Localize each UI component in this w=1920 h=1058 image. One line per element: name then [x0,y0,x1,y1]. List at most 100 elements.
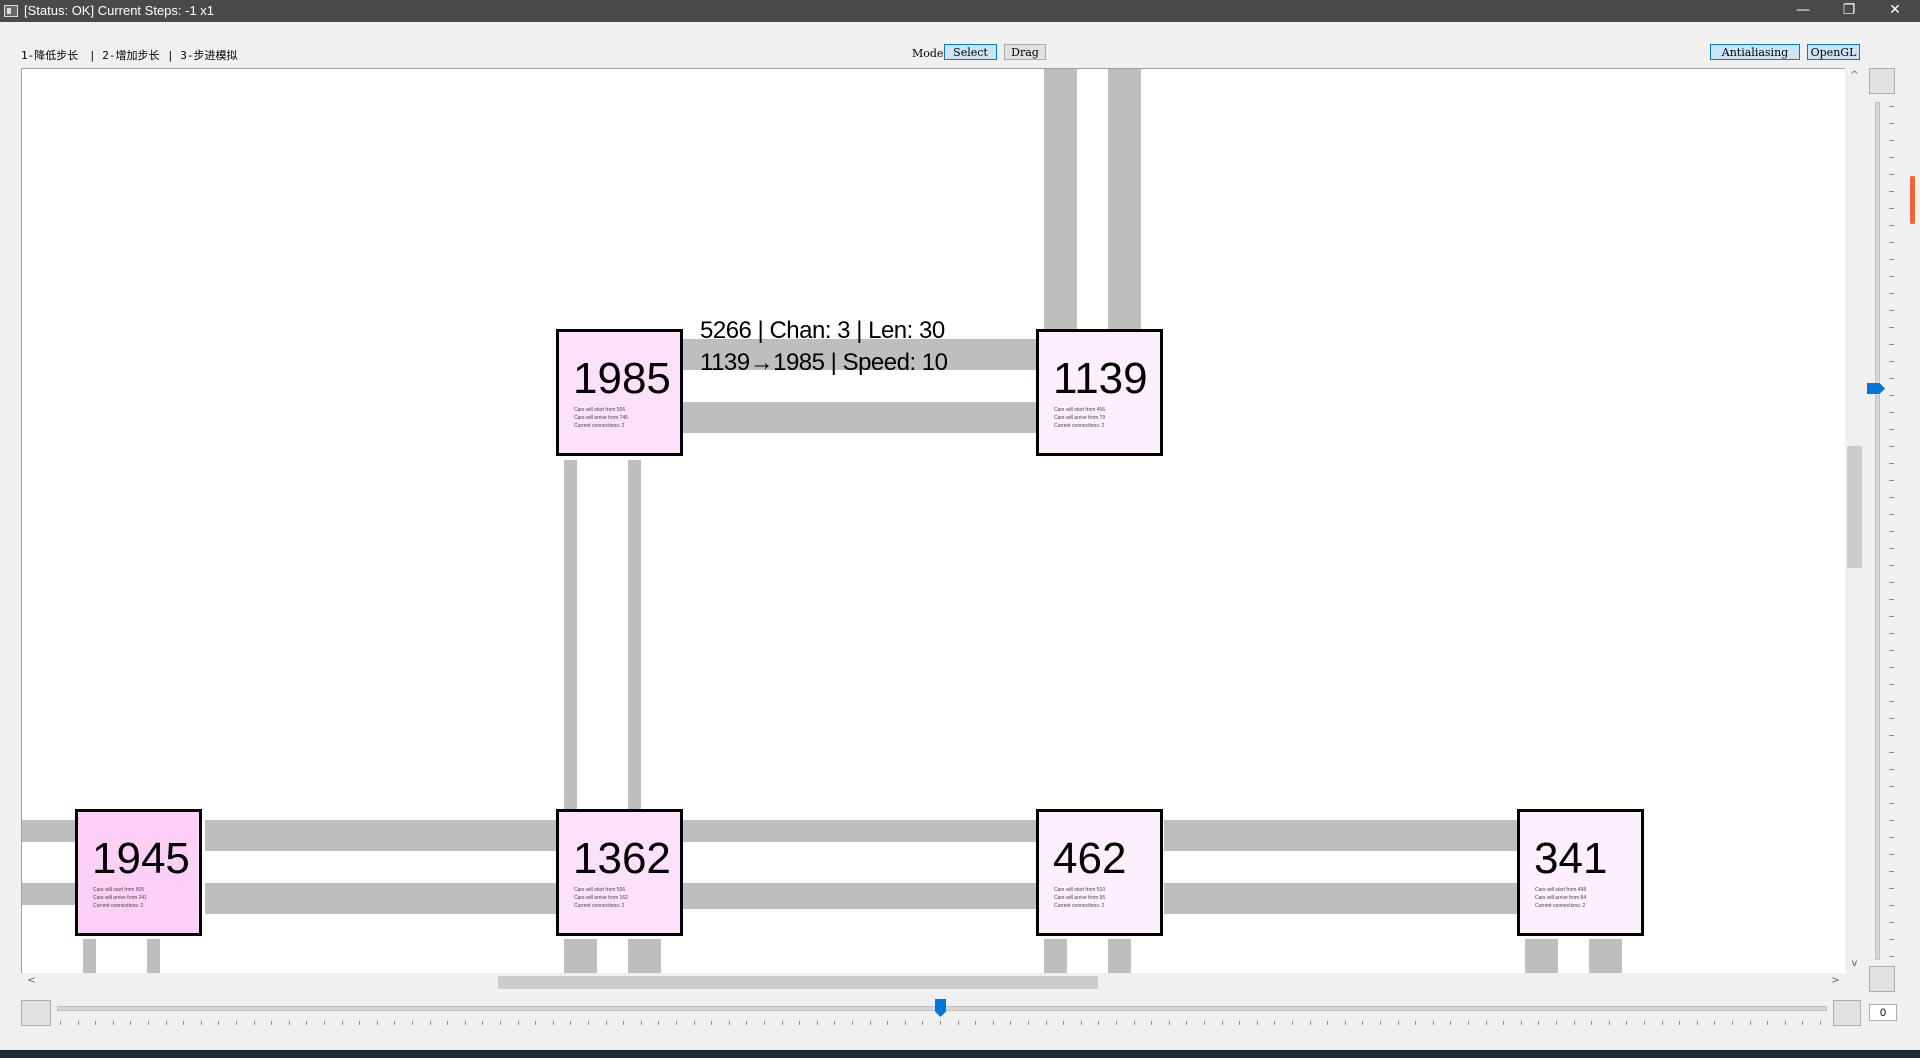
slider-tick [165,1021,167,1025]
road[interactable] [147,939,160,973]
slider-tick [676,1021,677,1025]
slider-tick [1889,803,1894,804]
intersection-node-1945[interactable]: 1945 Cars will start from 505 Cars will a… [75,809,202,936]
road[interactable] [22,883,77,905]
slider-tick [1889,310,1894,311]
slider-tick [1186,1021,1188,1025]
slider-tick [1168,1021,1170,1025]
slider-tick [500,1021,501,1025]
slider-tick [816,1021,818,1025]
slider-tick [1889,633,1894,634]
road[interactable] [1108,69,1141,331]
intersection-node-1362[interactable]: 1362 Cars will start from 506 Cars will a… [556,809,683,936]
mode-drag-button[interactable]: Drag [1004,44,1046,60]
road-info-line-1: 5266 | Chan: 3 | Len: 30 [700,317,945,344]
horizontal-scrollbar[interactable]: < > [21,973,1847,992]
slider-tick [1080,1021,1082,1025]
slider-tick [1889,786,1894,787]
zoom-out-button[interactable] [1869,966,1895,992]
slider-tick [1889,191,1894,192]
scroll-up-arrow-icon[interactable]: ^ [1846,70,1863,81]
node-id: 341 [1534,834,1608,883]
road[interactable] [1525,939,1558,973]
opengl-button[interactable]: OpenGL [1807,44,1860,60]
road[interactable] [683,883,1036,909]
slider-tick [1889,854,1894,855]
horizontal-scroll-thumb[interactable] [498,976,1098,989]
slider-tick [1889,735,1894,736]
intersection-node-1139[interactable]: 1139 Cars will start from 456 Cars will a… [1036,329,1163,456]
road[interactable] [1108,939,1131,973]
app-icon [4,5,18,17]
road[interactable] [205,820,556,851]
road[interactable] [1044,939,1067,973]
slider-tick [1889,667,1894,668]
minimize-button[interactable]: — [1780,0,1826,22]
slider-tick [1889,837,1894,838]
slider-tick [1644,1021,1645,1025]
zoom-in-button[interactable] [1869,68,1895,94]
slider-tick [693,1021,695,1025]
slider-tick [1309,1021,1311,1025]
slider-tick [1889,106,1894,107]
scroll-left-arrow-icon[interactable]: < [23,975,40,986]
slider-tick [1749,1021,1751,1025]
road[interactable] [564,939,597,973]
step-slider-handle[interactable] [935,999,946,1017]
slider-tick [1397,1021,1399,1025]
zoom-slider-track[interactable] [1875,102,1880,960]
zoom-slider-handle[interactable] [1867,383,1885,394]
slider-tick [764,1021,765,1025]
road[interactable] [628,939,661,973]
road[interactable] [205,883,556,914]
step-forward-button[interactable] [1833,1000,1861,1026]
slider-tick [1889,174,1894,175]
slider-tick [1151,1021,1153,1025]
road[interactable] [1044,69,1077,331]
road[interactable] [1589,939,1622,973]
antialiasing-button[interactable]: Antialiasing [1710,44,1800,60]
slider-tick [1239,1021,1241,1025]
slider-tick [1889,242,1894,243]
intersection-node-341[interactable]: 341 Cars will start from 498 Cars will ar… [1517,809,1644,936]
slider-tick [711,1021,713,1025]
slider-tick [834,1021,836,1025]
slider-tick [1450,1021,1452,1025]
scroll-right-arrow-icon[interactable]: > [1827,975,1844,986]
intersection-node-462[interactable]: 462 Cars will start from 510 Cars will ar… [1036,809,1163,936]
slider-tick [1889,599,1894,600]
vertical-scroll-thumb[interactable] [1847,446,1862,568]
slider-tick [799,1021,801,1025]
road[interactable] [83,939,96,973]
vertical-scrollbar[interactable]: ^ v [1845,68,1864,974]
os-taskbar [0,1050,1920,1058]
road-network-canvas[interactable]: 5266 | Chan: 3 | Len: 30 1139→1985 | Spe… [21,68,1847,974]
step-spinbox[interactable]: 0 [1869,1004,1897,1021]
slider-tick [1608,1021,1610,1025]
slider-tick [148,1021,149,1025]
slider-tick [1889,259,1894,260]
slider-tick [464,1021,466,1025]
mode-select-button[interactable]: Select [944,44,997,60]
slider-tick [200,1021,202,1025]
close-button[interactable]: ✕ [1872,0,1918,22]
road[interactable] [683,820,1036,842]
slider-tick [746,1021,748,1025]
slider-tick [253,1021,255,1025]
slider-tick [904,1021,906,1025]
step-back-button[interactable] [21,1000,51,1026]
slider-tick [1889,429,1894,430]
road[interactable] [22,820,77,842]
road[interactable] [1164,883,1517,914]
slider-tick [1274,1021,1276,1025]
hint-step-simulate: | 3-步进模拟 [167,49,238,62]
scroll-down-arrow-icon[interactable]: v [1846,958,1863,969]
intersection-node-1985[interactable]: 1985 Cars will start from 506 Cars will a… [556,329,683,456]
slider-tick [869,1021,871,1025]
node-info: Cars will start from 510 Cars will arrive… [1054,887,1106,909]
slider-tick [535,1021,537,1025]
restore-button[interactable]: ❐ [1826,0,1872,22]
road[interactable] [1164,820,1517,851]
road[interactable] [683,402,1036,433]
slider-tick [1028,1021,1029,1025]
